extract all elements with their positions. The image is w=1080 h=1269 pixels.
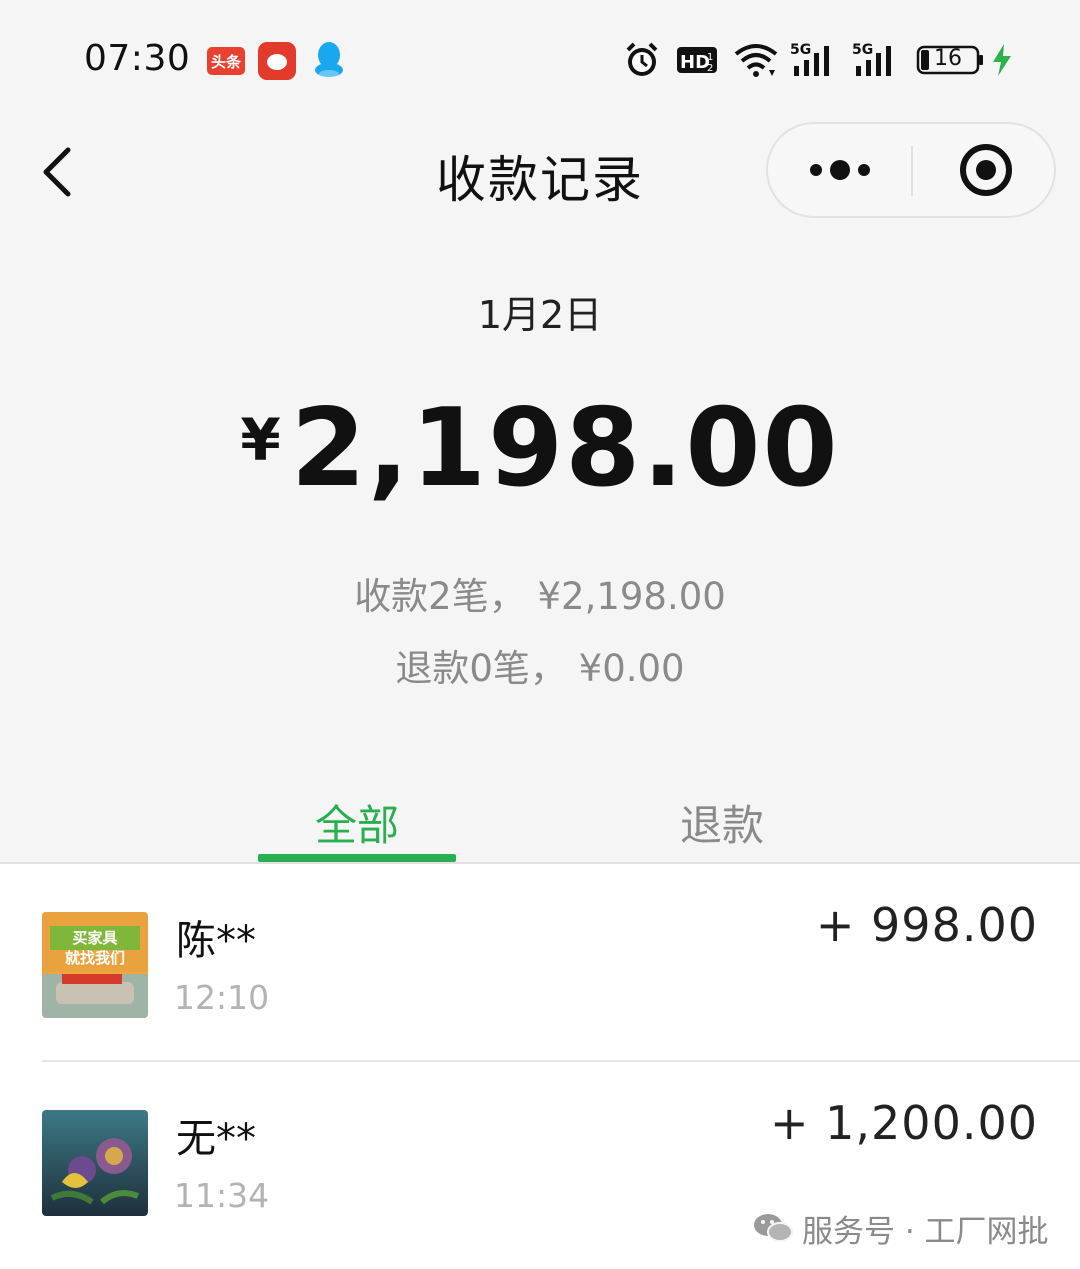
- capsule-divider: [911, 146, 913, 196]
- list-item[interactable]: 买家具 就找我们 陈** 12:10 + 998.00: [0, 864, 1080, 1062]
- payment-time: 11:34: [174, 1176, 270, 1215]
- payer-name: 陈**: [176, 918, 256, 964]
- watermark: 服务号 · 工厂网批: [752, 1206, 1049, 1250]
- avatar: 买家具 就找我们: [42, 912, 148, 1018]
- status-bar: 07:30 头条 HD 1 2 5G 5G 16: [0, 0, 1080, 120]
- refund-summary: 退款0笔， ¥0.00: [395, 647, 685, 690]
- 5g-signal-icon: 5G: [852, 42, 891, 76]
- close-button[interactable]: [914, 124, 1054, 216]
- svg-text:5G: 5G: [852, 42, 873, 58]
- charging-icon: [993, 44, 1011, 76]
- watermark-text: 服务号 · 工厂网批: [802, 1213, 1049, 1250]
- svg-text:买家具: 买家具: [72, 929, 117, 947]
- qq-icon: [315, 42, 343, 78]
- payment-amount: + 998.00: [815, 898, 1038, 952]
- svg-text:HD: HD: [680, 52, 710, 73]
- target-close-icon: [960, 144, 1012, 196]
- title-bar: 收款记录: [0, 120, 1080, 230]
- filter-tabs: 全部 退款: [0, 780, 1080, 864]
- payment-time: 12:10: [174, 978, 270, 1017]
- avatar: [42, 1110, 148, 1216]
- total-amount: ¥2,198.00: [0, 386, 1080, 511]
- active-tab-indicator: [258, 854, 456, 862]
- payment-amount: + 1,200.00: [769, 1096, 1038, 1150]
- svg-text:1: 1: [707, 52, 713, 63]
- svg-text:2: 2: [707, 63, 713, 74]
- alarm-icon: [626, 42, 658, 76]
- hd-icon: HD 1 2: [677, 47, 717, 74]
- tab-all[interactable]: 全部: [258, 792, 456, 853]
- total-amount-value: 2,198.00: [290, 386, 840, 511]
- wifi-icon: [734, 44, 778, 77]
- wechat-icon: [754, 1214, 793, 1242]
- svg-text:5G: 5G: [790, 42, 811, 58]
- record-date: 1月2日: [477, 293, 603, 337]
- received-summary: 收款2笔， ¥2,198.00: [354, 575, 726, 618]
- currency-symbol: ¥: [240, 406, 281, 474]
- 5g-signal-icon: 5G: [790, 42, 829, 76]
- battery-level: 16: [934, 46, 962, 71]
- more-button[interactable]: [768, 124, 912, 216]
- mini-program-capsule: [766, 122, 1056, 218]
- app-icon: [258, 42, 296, 80]
- payer-name: 无**: [176, 1116, 256, 1162]
- more-dots-icon: [810, 160, 870, 180]
- status-time: 07:30: [84, 38, 191, 79]
- toutiao-icon: 头条: [207, 47, 245, 75]
- tab-refund[interactable]: 退款: [622, 792, 822, 853]
- svg-text:就找我们: 就找我们: [65, 949, 125, 967]
- payment-records-page: 07:30 头条 HD 1 2 5G 5G 16 收款记录 1月2日 ¥2,19…: [0, 0, 1080, 1269]
